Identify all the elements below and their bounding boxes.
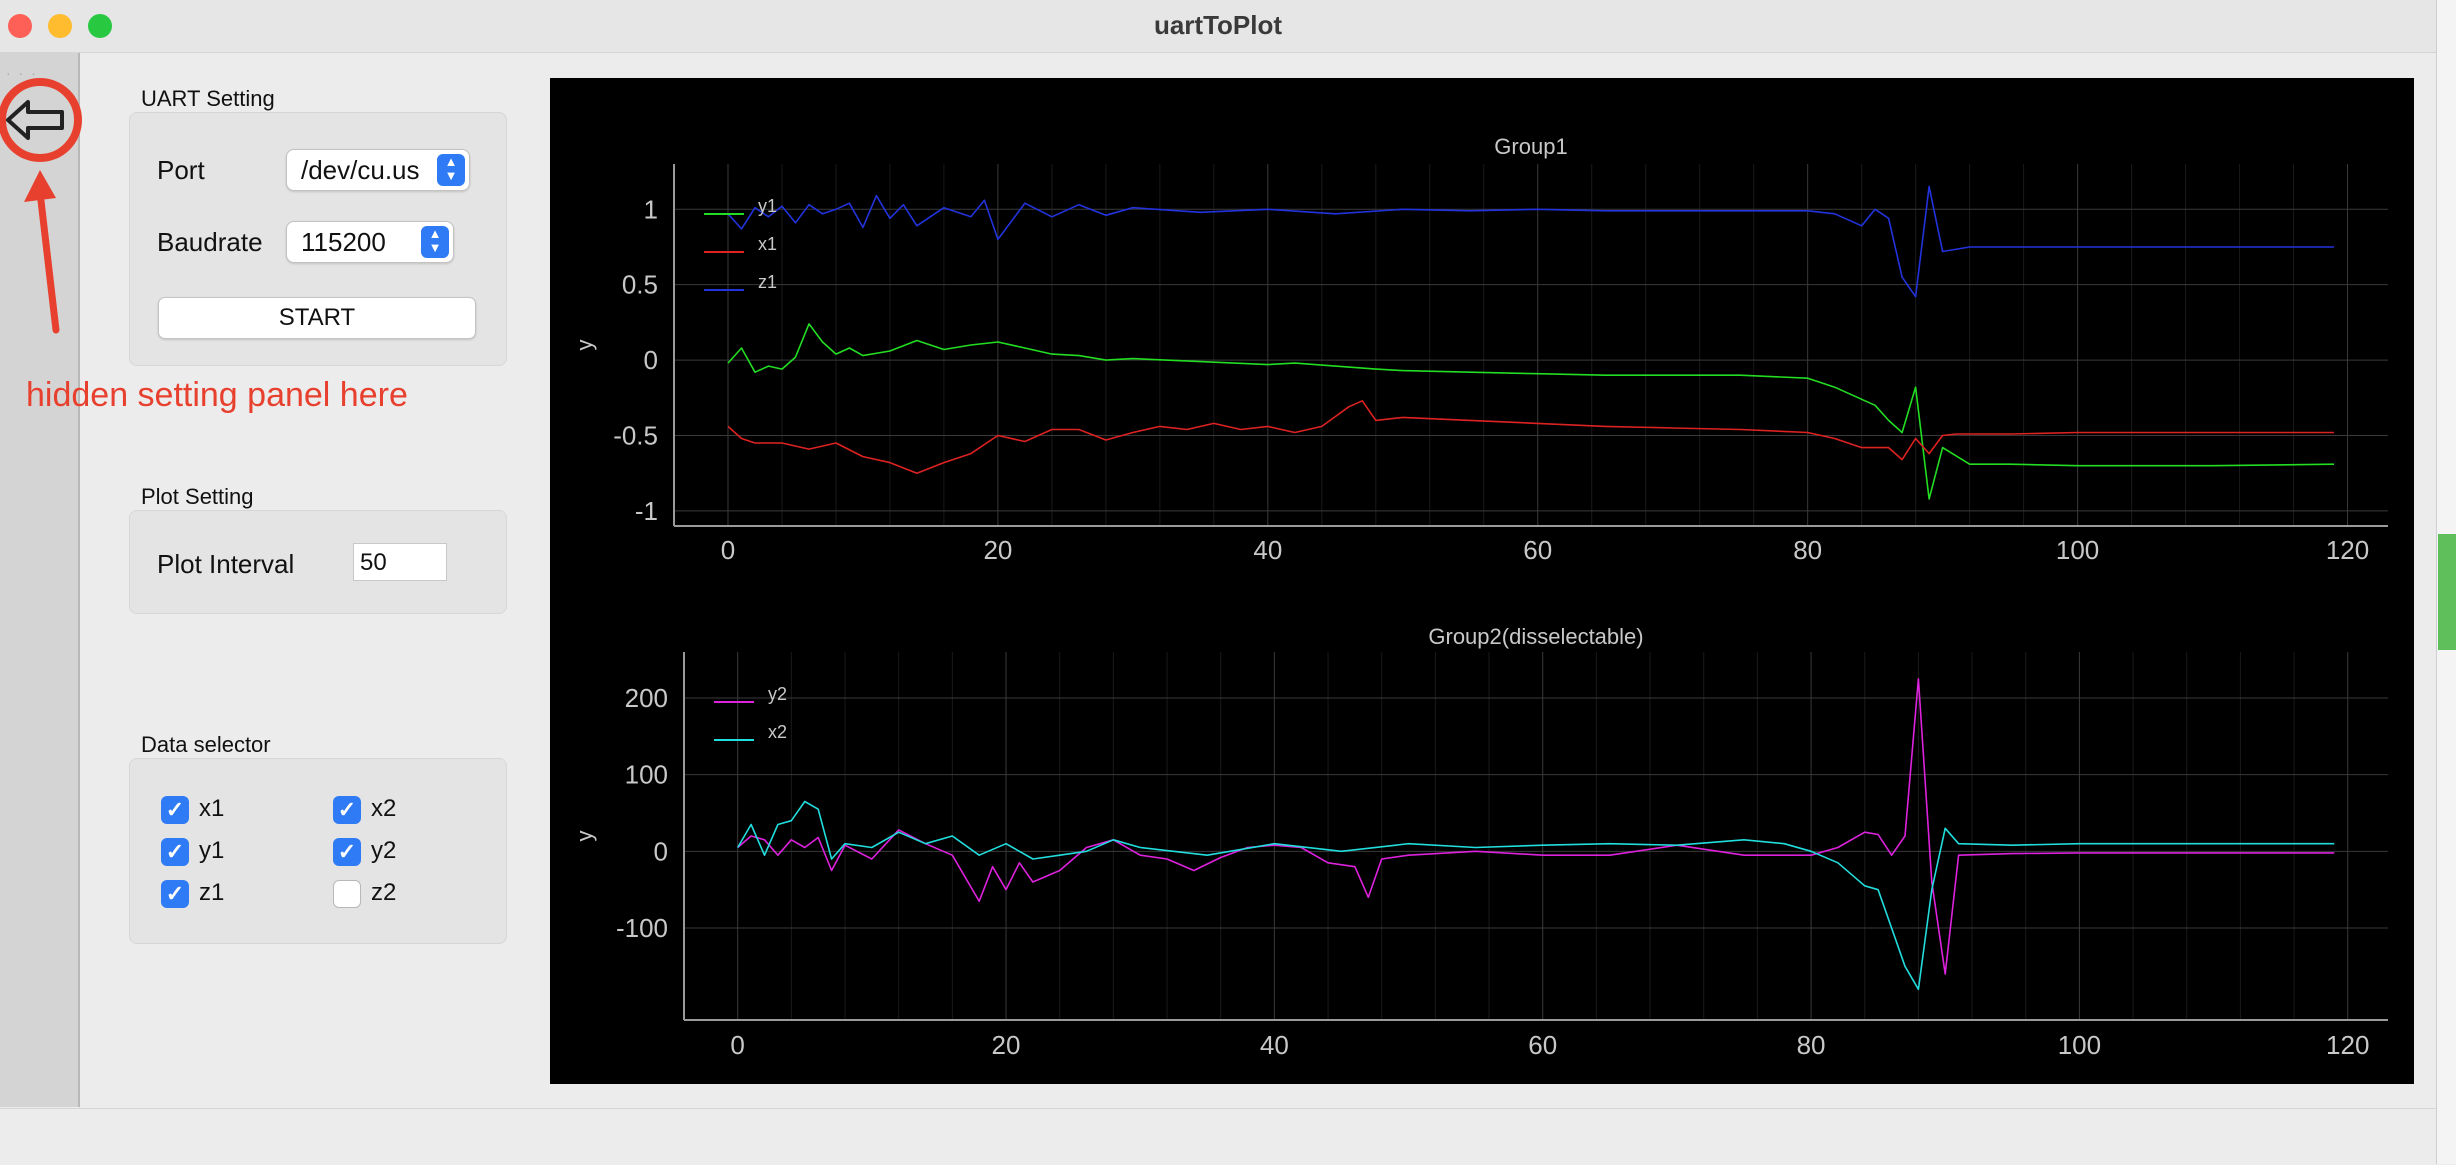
plot-interval-label: Plot Interval (157, 549, 295, 579)
chart1-x-tick-label: 100 (2056, 535, 2099, 565)
checkbox-label-z2: z2 (371, 879, 397, 906)
checkbox-z2[interactable] (333, 880, 361, 908)
chart2-x-tick-label: 120 (2326, 1030, 2369, 1060)
chart2-x-tick-label: 80 (1797, 1030, 1826, 1060)
baudrate-label: Baudrate (157, 227, 263, 257)
chart1-y-tick-label: 0 (644, 345, 658, 375)
chart1-x-tick-label: 60 (1523, 535, 1552, 565)
chart1-y-label: y (572, 340, 597, 351)
chevron-updown-icon: ▲ ▼ (421, 226, 449, 258)
chart2-x-tick-label: 100 (2058, 1030, 2101, 1060)
chart2-y-tick-label: 200 (625, 683, 668, 713)
chart2-series-y2 (737, 677, 2335, 975)
chart2-x-tick-label: 60 (1528, 1030, 1557, 1060)
port-select[interactable]: /dev/cu.us ▲ ▼ (286, 149, 470, 191)
chart1-series-z1 (727, 185, 2334, 298)
annotation-text: hidden setting panel here (26, 376, 408, 414)
plot-interval-input[interactable]: 50 (353, 543, 447, 581)
back-arrow-icon (6, 100, 64, 140)
chart1-x-tick-label: 20 (983, 535, 1012, 565)
checkbox-label-y1: y1 (199, 837, 225, 864)
chart1-series-x1 (727, 399, 2334, 475)
chart1-y-tick-label: -0.5 (613, 421, 658, 451)
plot-canvas[interactable]: 0 20 40 60 80 100 120 1 0.5 0 -0.5 -1 Group1 y y1 x1 z1 0… (550, 78, 2414, 1084)
chart1-x-tick-label: 120 (2326, 535, 2369, 565)
baudrate-select[interactable]: 115200 ▲ ▼ (286, 221, 454, 263)
annotation-overlay (0, 78, 82, 334)
chart2-legend-label-x2: x2 (768, 722, 787, 742)
chart1-x-tick-label: 40 (1253, 535, 1282, 565)
background-window-tab (2438, 534, 2456, 650)
chart2-y-tick-label: 100 (625, 760, 668, 790)
chevron-updown-icon: ▲ ▼ (437, 154, 465, 186)
uart-setting-title: UART Setting (141, 86, 275, 111)
chart1-title: Group1 (1494, 134, 1567, 159)
checkbox-y2[interactable]: ✓ (333, 838, 361, 866)
checkbox-z1[interactable]: ✓ (161, 880, 189, 908)
chart2-legend-label-y2: y2 (768, 684, 787, 704)
chart1-legend-label-x1: x1 (758, 234, 777, 254)
chart1-y-tick-label: -1 (635, 496, 658, 526)
data-selector-title: Data selector (141, 732, 271, 757)
chart2-title: Group2(disselectable) (1428, 624, 1643, 649)
chart2-x-tick-label: 0 (730, 1030, 744, 1060)
chart1-y-tick-label: 0.5 (622, 270, 658, 300)
chart1-legend-label-y1: y1 (758, 196, 777, 216)
status-bar (0, 1108, 2436, 1165)
window-title: uartToPlot (1153, 10, 1283, 40)
chart2-x-tick-label: 40 (1260, 1030, 1289, 1060)
chart1-legend-label-z1: z1 (758, 272, 777, 292)
chart1-x-tick-label: 0 (721, 535, 735, 565)
checkbox-label-x2: x2 (371, 795, 397, 822)
start-button[interactable]: START (158, 297, 476, 339)
checkbox-label-x1: x1 (199, 795, 225, 822)
chart2-series-x2 (737, 800, 2335, 991)
title-bar: uartToPlot (0, 0, 2436, 53)
plot-setting-title: Plot Setting (141, 484, 254, 509)
chart2-y-tick-label: 0 (654, 836, 668, 866)
chart2-y-tick-label: -100 (616, 913, 668, 943)
app-window: uartToPlot · · · hidden setting panel he… (0, 0, 2436, 1165)
checkbox-label-z1: z1 (199, 879, 225, 906)
chart1-y-tick-label: 1 (644, 194, 658, 224)
checkbox-label-y2: y2 (371, 837, 397, 864)
chart2-x-tick-label: 20 (992, 1030, 1021, 1060)
checkbox-x1[interactable]: ✓ (161, 796, 189, 824)
checkbox-y1[interactable]: ✓ (161, 838, 189, 866)
checkbox-x2[interactable]: ✓ (333, 796, 361, 824)
port-label: Port (157, 155, 205, 185)
chart1-x-tick-label: 80 (1793, 535, 1822, 565)
annotation-circle (0, 78, 82, 162)
baudrate-value: 115200 (301, 227, 386, 257)
plot-area[interactable]: 0 20 40 60 80 100 120 1 0.5 0 -0.5 -1 Group1 y y1 x1 z1 0… (550, 78, 2414, 1084)
port-value: /dev/cu.us (301, 155, 420, 185)
chart1-series-y1 (727, 323, 2335, 500)
chart2-y-label: y (572, 831, 597, 842)
annotation-arrow (24, 170, 60, 334)
